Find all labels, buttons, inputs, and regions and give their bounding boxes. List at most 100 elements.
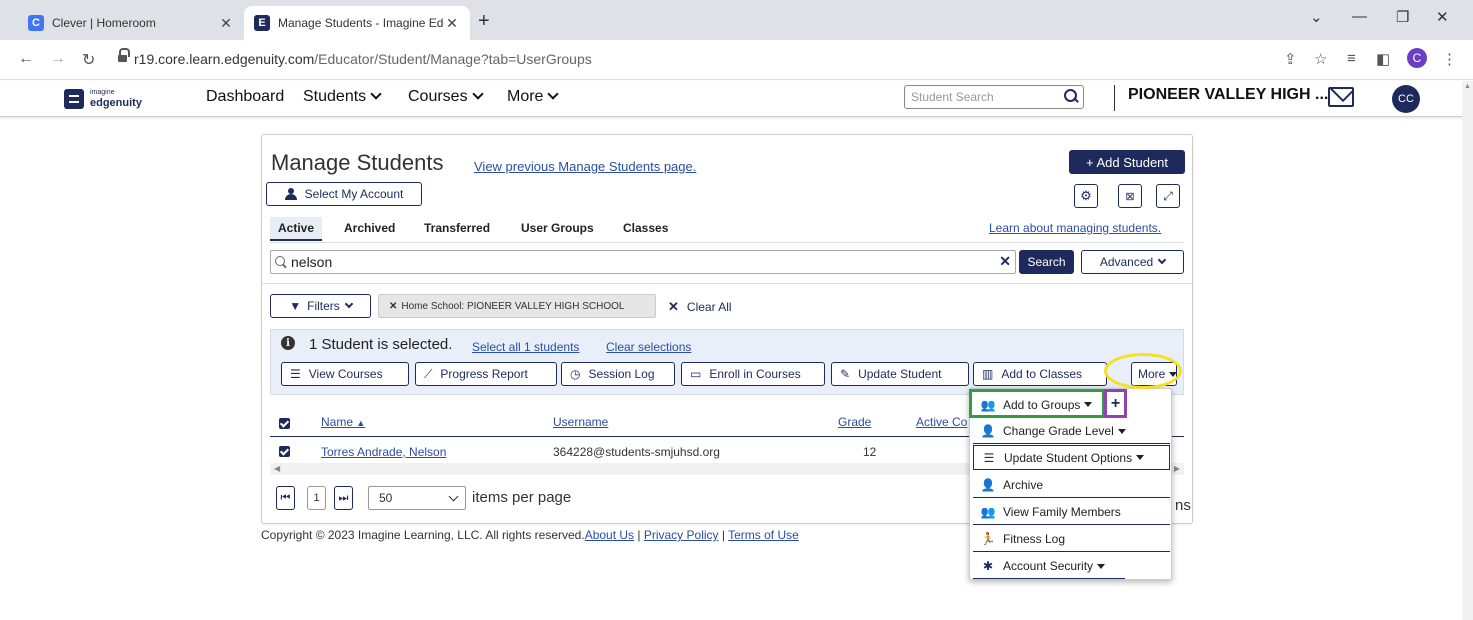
per-page-value: 50 [379, 491, 393, 505]
items-per-page-select[interactable]: 50 [368, 486, 466, 510]
tab-active[interactable]: Active [270, 217, 323, 241]
reload-icon[interactable]: ↻ [82, 50, 95, 70]
list-icon: ☰ [290, 367, 301, 381]
menu-item-archive[interactable]: 👤 Archive [973, 473, 1170, 498]
privacy-policy-link[interactable]: Privacy Policy [644, 528, 719, 542]
clear-selections-link[interactable]: Clear selections [606, 340, 691, 354]
student-name-link[interactable]: Torres Andrade, Nelson [321, 445, 446, 459]
side-panel-icon[interactable]: ◧ [1376, 50, 1390, 68]
close-tab-icon[interactable]: ✕ [218, 15, 234, 32]
student-search-input[interactable] [911, 87, 1061, 107]
sliders-icon: ☰ [983, 450, 995, 465]
edgenuity-logo-icon[interactable] [64, 89, 84, 109]
nav-more[interactable]: More [507, 88, 560, 106]
menu-item-view-family-members[interactable]: 👥 View Family Members [973, 500, 1170, 525]
maximize-icon[interactable]: ❐ [1396, 8, 1409, 26]
select-my-account-button[interactable]: Select My Account [266, 182, 422, 206]
column-name[interactable]: Name ▲ [321, 415, 365, 429]
nav-courses[interactable]: Courses [408, 88, 484, 106]
menu-item-fitness-log[interactable]: 🏃 Fitness Log [973, 527, 1170, 552]
tab-classes[interactable]: Classes [615, 217, 676, 241]
menu-item-account-security[interactable]: ✱ Account Security [973, 554, 1125, 579]
student-search [904, 85, 1084, 109]
new-tab-icon[interactable]: + [478, 10, 490, 33]
mail-icon[interactable] [1328, 87, 1354, 107]
browser-tab-manage-students[interactable]: E Manage Students - Imagine Edge ✕ [244, 6, 470, 40]
filter-chip[interactable]: ✕ Home School: PIONEER VALLEY HIGH SCHOOL [378, 294, 656, 318]
page-number[interactable]: 1 [307, 486, 326, 510]
scroll-left-icon[interactable]: ◀ [274, 464, 280, 473]
chevron-down-icon [344, 299, 354, 309]
search-icon [275, 256, 287, 268]
search-button[interactable]: Search [1019, 250, 1074, 274]
edgenuity-logo[interactable]: imagine edgenuity [90, 88, 142, 109]
sort-up-icon: ▲ [356, 418, 366, 428]
column-username[interactable]: Username [553, 415, 608, 429]
menu-kebab-icon[interactable]: ⋮ [1442, 50, 1457, 68]
search-icon[interactable] [1064, 89, 1078, 105]
previous-page-link[interactable]: View previous Manage Students page. [474, 159, 696, 174]
close-tab-icon[interactable]: ✕ [444, 15, 460, 32]
clear-all-button[interactable]: ✕ Clear All [668, 299, 732, 315]
advanced-button[interactable]: Advanced [1081, 250, 1184, 274]
excel-export-icon[interactable]: ⊠ [1118, 184, 1142, 208]
settings-gear-icon[interactable]: ⚙ [1074, 184, 1098, 208]
add-group-plus-button[interactable]: + [1107, 392, 1124, 415]
filters-button[interactable]: ▼ Filters [270, 294, 371, 318]
scroll-up-icon[interactable]: ▲ [1464, 83, 1471, 90]
add-to-classes-button[interactable]: ▥ Add to Classes [973, 362, 1107, 386]
share-icon[interactable]: ⇪ [1284, 50, 1297, 68]
bookmark-star-icon[interactable]: ☆ [1314, 50, 1327, 68]
advanced-label: Advanced [1099, 255, 1154, 269]
student-filter-input[interactable] [291, 253, 981, 271]
tab-user-groups[interactable]: User Groups [513, 217, 602, 241]
tab-title: Manage Students - Imagine Edge [278, 16, 444, 30]
asterisk-icon: ✱ [982, 559, 994, 573]
profile-avatar[interactable]: C [1407, 48, 1427, 68]
nav-dashboard[interactable]: Dashboard [206, 88, 284, 106]
browser-tab-clever[interactable]: C Clever | Homeroom ✕ [18, 6, 244, 40]
url-field[interactable]: r19.core.learn.edgenuity.com/Educator/St… [134, 51, 592, 67]
menu-item-label: Update Student Options [1004, 450, 1133, 465]
menu-item-label: Change Grade Level [1003, 424, 1114, 438]
column-active-courses[interactable]: Active Co [916, 415, 967, 429]
enroll-in-courses-button[interactable]: ▭ Enroll in Courses [681, 362, 825, 386]
last-page-icon[interactable]: ⏭ [334, 486, 353, 510]
tab-search-icon[interactable]: ⌄ [1310, 8, 1323, 26]
menu-item-change-grade-level[interactable]: 👤 Change Grade Level [973, 419, 1170, 444]
row-checkbox[interactable] [279, 446, 290, 457]
menu-item-update-student-options[interactable]: ☰ Update Student Options [973, 445, 1170, 470]
update-student-button[interactable]: ✎ Update Student [831, 362, 969, 386]
forward-icon[interactable]: → [50, 50, 66, 68]
first-page-icon[interactable]: ⏮ [276, 486, 295, 510]
page-scrollbar[interactable]: ▲ [1462, 81, 1473, 620]
about-us-link[interactable]: About Us [585, 528, 634, 542]
scroll-right-icon[interactable]: ▶ [1174, 464, 1180, 473]
select-all-checkbox[interactable] [279, 418, 290, 429]
terms-of-use-link[interactable]: Terms of Use [728, 528, 799, 542]
tab-archived[interactable]: Archived [336, 217, 403, 241]
nav-students[interactable]: Students [303, 88, 382, 106]
pencil-icon: ✎ [840, 367, 851, 381]
progress-report-button[interactable]: ⟋ Progress Report [415, 362, 557, 386]
add-student-button[interactable]: + Add Student [1069, 150, 1185, 174]
reading-list-icon[interactable]: ≡ [1347, 50, 1356, 67]
session-log-button[interactable]: ◷ Session Log [561, 362, 675, 386]
view-courses-button[interactable]: ☰ View Courses [281, 362, 409, 386]
close-window-icon[interactable]: ✕ [1436, 8, 1449, 26]
learn-about-link[interactable]: Learn about managing students. [989, 221, 1161, 235]
user-avatar[interactable]: CC [1392, 85, 1420, 113]
remove-filter-icon[interactable]: ✕ [389, 301, 397, 312]
school-selector[interactable]: PIONEER VALLEY HIGH ... [1128, 86, 1328, 104]
expand-icon[interactable]: ⤢ [1156, 184, 1180, 208]
clear-search-icon[interactable]: ✕ [999, 253, 1011, 270]
view-courses-label: View Courses [308, 367, 383, 381]
student-filter-search: ✕ [270, 250, 1016, 274]
family-icon: 👥 [980, 505, 996, 519]
minimize-icon[interactable]: — [1352, 8, 1367, 25]
address-bar: ← → ↻ r19.core.learn.edgenuity.com/Educa… [0, 40, 1473, 80]
select-all-link[interactable]: Select all 1 students [472, 340, 579, 354]
column-grade[interactable]: Grade [838, 415, 871, 429]
tab-transferred[interactable]: Transferred [416, 217, 498, 241]
back-icon[interactable]: ← [18, 50, 34, 68]
